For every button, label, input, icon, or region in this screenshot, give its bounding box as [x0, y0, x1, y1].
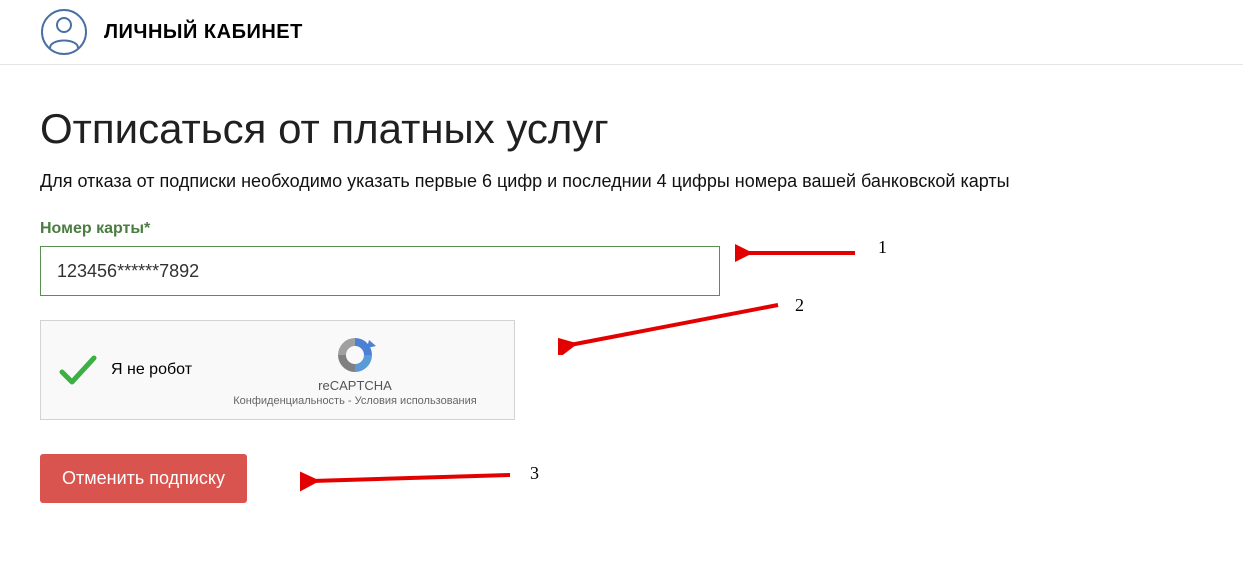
recaptcha-logo-icon — [334, 334, 376, 376]
checkmark-icon — [57, 350, 97, 390]
recaptcha-branding: reCAPTCHA Конфиденциальность - Условия и… — [210, 334, 500, 407]
recaptcha-links: Конфиденциальность - Условия использован… — [233, 395, 476, 407]
recaptcha-widget[interactable]: Я не робот reCAPTCHA Конфиденциальность … — [40, 320, 515, 420]
annotation-number-1: 1 — [878, 237, 887, 258]
annotation-arrow-2 — [558, 295, 788, 355]
recaptcha-label: Я не робот — [111, 361, 210, 379]
recaptcha-brand-text: reCAPTCHA — [318, 378, 392, 393]
instruction-text: Для отказа от подписки необходимо указат… — [40, 171, 1203, 192]
card-number-input[interactable] — [40, 246, 720, 296]
annotation-arrow-3 — [300, 463, 520, 493]
recaptcha-terms-link[interactable]: Условия использования — [355, 395, 477, 407]
main-content: Отписаться от платных услуг Для отказа о… — [0, 65, 1243, 503]
card-number-label: Номер карты* — [40, 220, 1203, 238]
user-avatar-icon — [40, 8, 88, 56]
page-title: Отписаться от платных услуг — [40, 105, 1203, 153]
cancel-subscription-button[interactable]: Отменить подписку — [40, 454, 247, 503]
annotation-arrow-1 — [735, 238, 865, 268]
annotation-number-2: 2 — [795, 295, 804, 316]
header: ЛИЧНЫЙ КАБИНЕТ — [0, 0, 1243, 65]
header-title: ЛИЧНЫЙ КАБИНЕТ — [104, 21, 303, 44]
annotation-number-3: 3 — [530, 463, 539, 484]
recaptcha-privacy-link[interactable]: Конфиденциальность — [233, 395, 345, 407]
